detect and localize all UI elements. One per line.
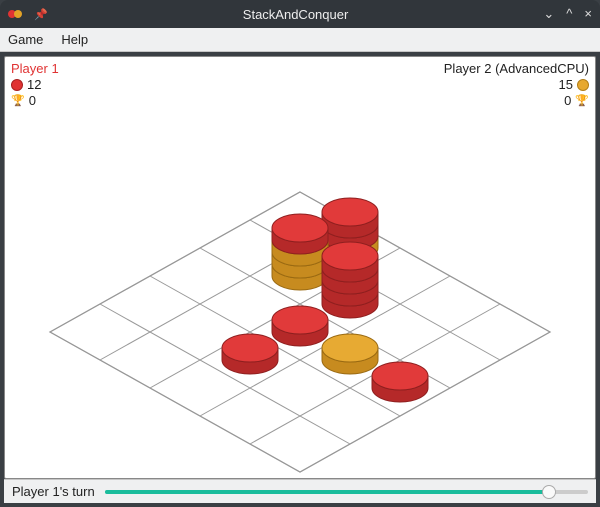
- board-frame: Player 1 12 🏆 0 Player 2 (AdvancedCPU) 1…: [4, 56, 596, 479]
- menubar: Game Help: [0, 28, 600, 52]
- menu-game[interactable]: Game: [8, 32, 43, 47]
- zoom-slider[interactable]: [105, 483, 588, 501]
- app-window: 📌 StackAndConquer ⌄ ^ × Game Help Player…: [0, 0, 600, 507]
- stack-piece-top[interactable]: [222, 334, 278, 362]
- close-button[interactable]: ×: [584, 6, 592, 22]
- statusbar: Player 1's turn: [4, 479, 596, 503]
- main-area: Player 1 12 🏆 0 Player 2 (AdvancedCPU) 1…: [0, 52, 600, 507]
- app-icon: [8, 8, 24, 20]
- stack-piece-top[interactable]: [272, 214, 328, 242]
- pin-icon[interactable]: 📌: [34, 8, 48, 21]
- stack-piece-top[interactable]: [322, 242, 378, 270]
- stack-piece-top[interactable]: [322, 334, 378, 362]
- maximize-button[interactable]: ^: [566, 6, 572, 22]
- stack-piece-top[interactable]: [372, 362, 428, 390]
- menu-help[interactable]: Help: [61, 32, 88, 47]
- minimize-button[interactable]: ⌄: [543, 6, 554, 22]
- titlebar[interactable]: 📌 StackAndConquer ⌄ ^ ×: [0, 0, 600, 28]
- window-title: StackAndConquer: [48, 7, 544, 22]
- window-controls: ⌄ ^ ×: [543, 6, 592, 22]
- game-board[interactable]: [5, 57, 595, 477]
- stack-piece-top[interactable]: [272, 306, 328, 334]
- status-text: Player 1's turn: [12, 484, 95, 499]
- stack-piece-top[interactable]: [322, 198, 378, 226]
